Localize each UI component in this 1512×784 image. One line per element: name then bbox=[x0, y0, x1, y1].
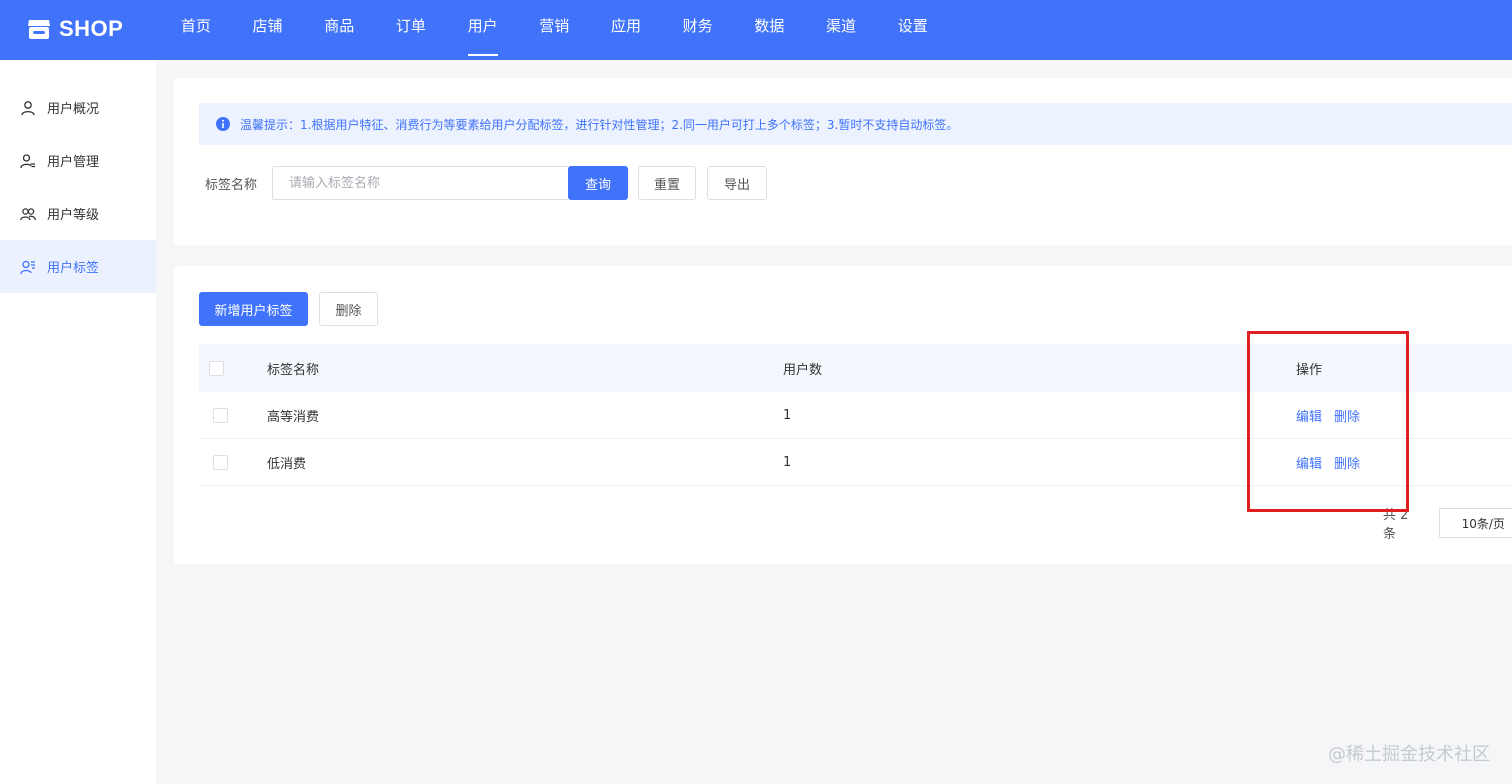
column-header-tag-name: 标签名称 bbox=[267, 362, 320, 378]
select-all-checkbox[interactable] bbox=[209, 360, 224, 376]
app-logo[interactable]: SHOP bbox=[27, 14, 123, 44]
tip-text: 温馨提示：1.根据用户特征、消费行为等要素给用户分配标签，进行针对性管理；2.同… bbox=[240, 117, 959, 132]
add-user-tag-button[interactable]: 新增用户标签 bbox=[199, 292, 308, 326]
tag-name-input[interactable] bbox=[272, 166, 568, 200]
actions-cell: 编辑 删除 bbox=[1296, 406, 1372, 425]
main-nav: 首页 店铺 商品 订单 用户 营销 应用 财务 数据 渠道 设置 bbox=[160, 0, 949, 60]
users-group-icon bbox=[20, 207, 36, 220]
sidebar: 用户概况 用户管理 用户等级 用户标签 bbox=[0, 60, 156, 784]
logo-text: SHOP bbox=[59, 16, 124, 41]
top-navbar: SHOP 首页 店铺 商品 订单 用户 营销 应用 财务 数据 渠道 设置 bbox=[0, 0, 1512, 60]
pagination: 共 2 条 10条/页 bbox=[1383, 508, 1512, 542]
sidebar-item-label: 用户管理 bbox=[47, 155, 100, 170]
edit-link[interactable]: 编辑 bbox=[1296, 453, 1322, 472]
row-check-cell bbox=[199, 407, 267, 423]
nav-item-home[interactable]: 首页 bbox=[160, 0, 232, 60]
tag-name-cell: 低消费 bbox=[267, 456, 307, 472]
batch-delete-button[interactable]: 删除 bbox=[319, 292, 378, 326]
sidebar-item-label: 用户标签 bbox=[47, 261, 100, 276]
reset-button[interactable]: 重置 bbox=[638, 166, 696, 200]
nav-item-orders[interactable]: 订单 bbox=[375, 0, 447, 60]
nav-item-products[interactable]: 商品 bbox=[303, 0, 375, 60]
tag-name-cell: 高等消费 bbox=[267, 409, 320, 425]
row-check-cell bbox=[199, 454, 267, 470]
sidebar-item-user-management[interactable]: 用户管理 bbox=[0, 134, 156, 187]
table-row: 低消费 1 编辑 删除 bbox=[199, 439, 1512, 486]
tag-name-label: 标签名称 bbox=[205, 177, 258, 193]
tip-banner: 温馨提示：1.根据用户特征、消费行为等要素给用户分配标签，进行针对性管理；2.同… bbox=[199, 103, 1512, 145]
filter-row: 标签名称 查询 重置 导出 bbox=[205, 166, 767, 200]
nav-item-channels[interactable]: 渠道 bbox=[805, 0, 877, 60]
nav-item-users[interactable]: 用户 bbox=[447, 0, 519, 60]
action-bar: 新增用户标签 删除 bbox=[199, 292, 378, 326]
user-icon bbox=[21, 100, 35, 115]
nav-item-data[interactable]: 数据 bbox=[734, 0, 806, 60]
export-button[interactable]: 导出 bbox=[707, 166, 767, 200]
user-tag-icon bbox=[20, 260, 35, 274]
user-count-cell: 1 bbox=[783, 454, 792, 470]
search-button[interactable]: 查询 bbox=[568, 166, 628, 200]
sidebar-item-user-tags[interactable]: 用户标签 bbox=[0, 240, 156, 293]
nav-item-apps[interactable]: 应用 bbox=[590, 0, 662, 60]
delete-link[interactable]: 删除 bbox=[1334, 406, 1360, 425]
row-checkbox[interactable] bbox=[213, 454, 228, 470]
total-count: 共 2 条 bbox=[1383, 508, 1409, 542]
sidebar-item-label: 用户等级 bbox=[47, 208, 100, 223]
user-count-cell: 1 bbox=[783, 407, 792, 423]
column-header-user-count: 用户数 bbox=[783, 362, 823, 378]
filter-card: 温馨提示：1.根据用户特征、消费行为等要素给用户分配标签，进行针对性管理；2.同… bbox=[174, 78, 1512, 245]
edit-link[interactable]: 编辑 bbox=[1296, 406, 1322, 425]
page-size-select[interactable]: 10条/页 bbox=[1438, 508, 1512, 538]
table-row: 高等消费 1 编辑 删除 bbox=[199, 392, 1512, 439]
info-icon bbox=[216, 117, 230, 131]
store-icon bbox=[28, 20, 50, 39]
header-check-cell bbox=[199, 360, 267, 376]
table-header: 标签名称 用户数 操作 bbox=[199, 344, 1512, 392]
nav-item-store[interactable]: 店铺 bbox=[232, 0, 304, 60]
sidebar-item-label: 用户概况 bbox=[47, 102, 100, 117]
row-checkbox[interactable] bbox=[213, 407, 228, 423]
column-header-actions: 操作 bbox=[1296, 362, 1323, 378]
tag-list-card: 新增用户标签 删除 标签名称 用户数 操作 高等消费 1 编辑 删除 低消费 1… bbox=[174, 266, 1512, 564]
user-list-icon bbox=[20, 153, 35, 168]
delete-link[interactable]: 删除 bbox=[1334, 453, 1360, 472]
nav-item-finance[interactable]: 财务 bbox=[662, 0, 734, 60]
actions-cell: 编辑 删除 bbox=[1296, 453, 1372, 472]
watermark: @稀土掘金技术社区 bbox=[1328, 744, 1490, 765]
nav-item-settings[interactable]: 设置 bbox=[877, 0, 949, 60]
sidebar-item-user-level[interactable]: 用户等级 bbox=[0, 187, 156, 240]
tag-table: 标签名称 用户数 操作 高等消费 1 编辑 删除 低消费 1 编辑 删除 bbox=[199, 344, 1512, 486]
sidebar-item-user-overview[interactable]: 用户概况 bbox=[0, 81, 156, 134]
nav-item-marketing[interactable]: 营销 bbox=[518, 0, 590, 60]
